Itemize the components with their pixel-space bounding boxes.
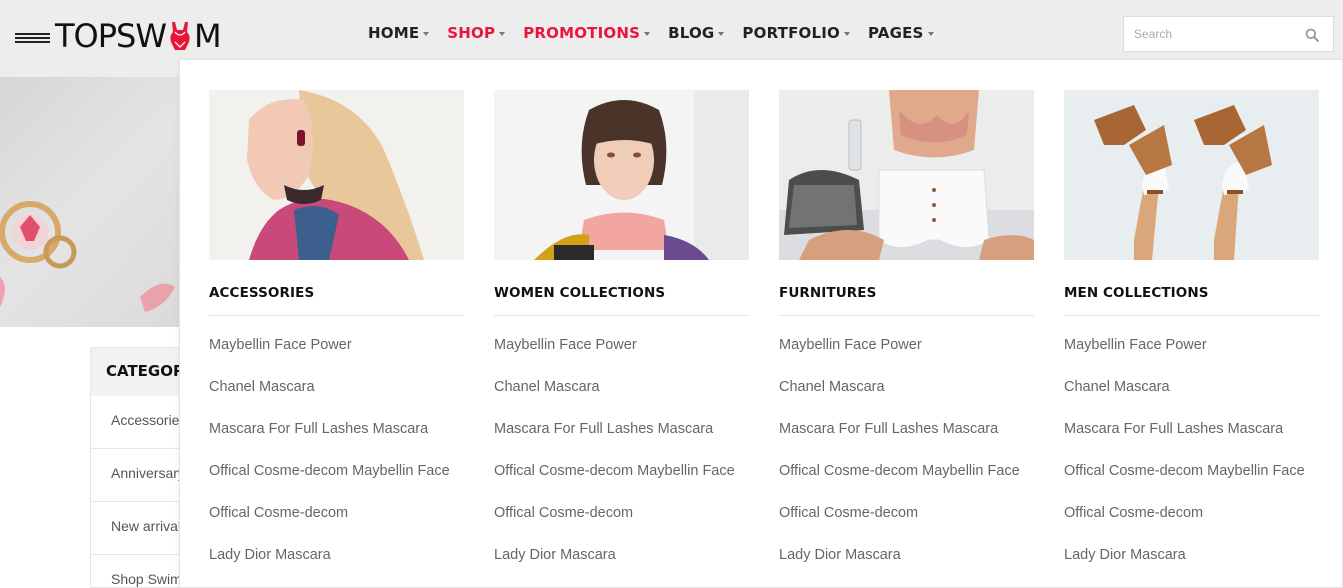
- menu-link[interactable]: Offical Cosme-decom Maybellin Face: [209, 463, 464, 505]
- mega-column-women-collections: WOMEN COLLECTIONS Maybellin Face Power C…: [494, 90, 749, 588]
- hero-banner-image: [0, 77, 180, 327]
- search-box: [1123, 16, 1334, 52]
- menu-link[interactable]: Lady Dior Mascara: [779, 547, 1034, 588]
- nav-portfolio-label: PORTFOLIO: [742, 24, 840, 42]
- menu-link[interactable]: Offical Cosme-decom: [779, 505, 1034, 547]
- menu-link[interactable]: Mascara For Full Lashes Mascara: [779, 421, 1034, 463]
- women-collections-image[interactable]: [494, 90, 749, 260]
- furnitures-link-list: Maybellin Face Power Chanel Mascara Masc…: [779, 337, 1034, 588]
- women-collections-link-list: Maybellin Face Power Chanel Mascara Masc…: [494, 337, 749, 588]
- category-sidebar: CATEGORIES Accessories Anniversary New a…: [90, 347, 180, 588]
- nav-shop[interactable]: SHOP: [447, 24, 506, 42]
- menu-link[interactable]: Mascara For Full Lashes Mascara: [1064, 421, 1319, 463]
- nav-blog[interactable]: BLOG: [668, 24, 725, 42]
- women-collections-heading[interactable]: WOMEN COLLECTIONS: [494, 285, 749, 316]
- logo-text-right: M: [193, 17, 222, 55]
- nav-portfolio[interactable]: PORTFOLIO: [742, 24, 850, 42]
- chevron-down-icon: [423, 32, 430, 36]
- menu-link[interactable]: Maybellin Face Power: [209, 337, 464, 379]
- hero-decoration: [0, 201, 175, 312]
- menu-link[interactable]: Offical Cosme-decom: [1064, 505, 1319, 547]
- menu-link[interactable]: Lady Dior Mascara: [209, 547, 464, 588]
- hamburger-icon[interactable]: [15, 33, 50, 44]
- menu-link[interactable]: Lady Dior Mascara: [494, 547, 749, 588]
- menu-link[interactable]: Maybellin Face Power: [494, 337, 749, 379]
- category-title: CATEGORIES: [91, 348, 180, 396]
- chevron-down-icon: [927, 32, 934, 36]
- mega-column-accessories: ACCESSORIES Maybellin Face Power Chanel …: [209, 90, 464, 588]
- menu-link[interactable]: Offical Cosme-decom: [494, 505, 749, 547]
- nav-pages[interactable]: PAGES: [868, 24, 934, 42]
- shop-mega-menu: ACCESSORIES Maybellin Face Power Chanel …: [179, 59, 1343, 588]
- nav-home[interactable]: HOME: [368, 24, 430, 42]
- menu-link[interactable]: Maybellin Face Power: [1064, 337, 1319, 379]
- search-icon[interactable]: [1305, 28, 1319, 42]
- men-collections-image[interactable]: [1064, 90, 1319, 260]
- swimsuit-icon: [170, 22, 190, 50]
- menu-link[interactable]: Offical Cosme-decom Maybellin Face: [494, 463, 749, 505]
- nav-blog-label: BLOG: [668, 24, 715, 42]
- accessories-image[interactable]: [209, 90, 464, 260]
- mega-column-men-collections: MEN COLLECTIONS Maybellin Face Power Cha…: [1064, 90, 1319, 588]
- chevron-down-icon: [644, 32, 651, 36]
- menu-link[interactable]: Offical Cosme-decom Maybellin Face: [779, 463, 1034, 505]
- nav-promotions-label: PROMOTIONS: [523, 24, 641, 42]
- menu-link[interactable]: Chanel Mascara: [209, 379, 464, 421]
- category-item-accessories[interactable]: Accessories: [91, 396, 180, 449]
- menu-link[interactable]: Chanel Mascara: [1064, 379, 1319, 421]
- nav-pages-label: PAGES: [867, 24, 924, 42]
- category-item-shop-swimwear[interactable]: Shop Swimwear: [91, 555, 180, 588]
- nav-shop-label: SHOP: [447, 24, 496, 42]
- men-collections-link-list: Maybellin Face Power Chanel Mascara Masc…: [1064, 337, 1319, 588]
- category-item-anniversary[interactable]: Anniversary: [91, 449, 180, 502]
- menu-link[interactable]: Maybellin Face Power: [779, 337, 1034, 379]
- nav-home-label: HOME: [368, 24, 420, 42]
- menu-link[interactable]: Chanel Mascara: [494, 379, 749, 421]
- menu-link[interactable]: Mascara For Full Lashes Mascara: [209, 421, 464, 463]
- accessories-link-list: Maybellin Face Power Chanel Mascara Masc…: [209, 337, 464, 588]
- menu-link[interactable]: Chanel Mascara: [779, 379, 1034, 421]
- site-logo[interactable]: TOPSW M: [55, 16, 222, 56]
- furnitures-heading[interactable]: FURNITURES: [779, 285, 1034, 316]
- category-item-new-arrivals[interactable]: New arrivals: [91, 502, 180, 555]
- menu-link[interactable]: Mascara For Full Lashes Mascara: [494, 421, 749, 463]
- nav-promotions[interactable]: PROMOTIONS: [523, 24, 651, 42]
- main-nav: HOME SHOP PROMOTIONS BLOG PORTFOLIO PAGE…: [368, 24, 952, 42]
- chevron-down-icon: [843, 32, 850, 36]
- chevron-down-icon: [499, 32, 506, 36]
- menu-link[interactable]: Offical Cosme-decom Maybellin Face: [1064, 463, 1319, 505]
- chevron-down-icon: [718, 32, 725, 36]
- menu-link[interactable]: Offical Cosme-decom: [209, 505, 464, 547]
- men-collections-heading[interactable]: MEN COLLECTIONS: [1064, 285, 1319, 316]
- furnitures-image[interactable]: [779, 90, 1034, 260]
- logo-text-left: TOPSW: [55, 17, 167, 55]
- menu-link[interactable]: Lady Dior Mascara: [1064, 547, 1319, 588]
- search-input[interactable]: [1124, 17, 1294, 51]
- accessories-heading[interactable]: ACCESSORIES: [209, 285, 464, 316]
- mega-column-furnitures: FURNITURES Maybellin Face Power Chanel M…: [779, 90, 1034, 588]
